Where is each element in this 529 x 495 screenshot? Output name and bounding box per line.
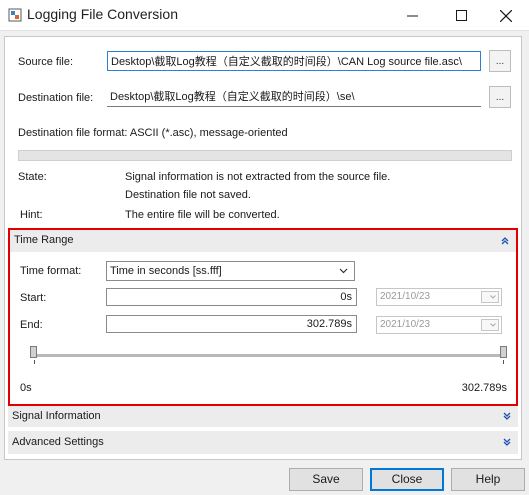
end-date-value: 2021/10/23 — [380, 319, 431, 330]
end-date-dropdown[interactable] — [481, 319, 499, 331]
start-input[interactable]: 0s — [106, 288, 357, 306]
source-browse-button[interactable]: ... — [489, 50, 511, 72]
time-range-header[interactable]: Time Range — [10, 230, 516, 252]
slider-min-label: 0s — [20, 382, 32, 394]
state-text-line1: Signal information is not extracted from… — [125, 171, 391, 183]
signal-information-title: Signal Information — [12, 410, 101, 422]
time-range-section: Time Range Time format: Time in seconds … — [8, 228, 518, 406]
advanced-settings-title: Advanced Settings — [12, 436, 104, 448]
slider-tick-max — [503, 360, 504, 364]
end-label: End: — [20, 319, 43, 331]
minimize-icon — [406, 15, 418, 17]
time-format-select[interactable]: Time in seconds [ss.fff] — [106, 261, 355, 281]
close-window-button[interactable] — [483, 0, 529, 31]
source-file-field[interactable]: \Desktop\截取Log教程（自定义截取的时间段）\CAN Log sour… — [107, 51, 481, 71]
close-button[interactable]: Close — [370, 468, 444, 491]
destination-browse-button[interactable]: ... — [489, 86, 511, 108]
destination-file-label: Destination file: — [18, 92, 94, 104]
state-label: State: — [18, 171, 47, 183]
end-date-field[interactable]: 2021/10/23 — [376, 316, 502, 334]
source-file-value: \Desktop\截取Log教程（自定义截取的时间段）\CAN Log sour… — [111, 56, 462, 68]
time-format-label: Time format: — [20, 265, 82, 277]
help-button[interactable]: Help — [451, 468, 525, 491]
end-input[interactable]: 302.789s — [106, 315, 357, 333]
chevron-down-icon — [490, 323, 496, 327]
title-bar: Logging File Conversion — [0, 0, 529, 31]
maximize-icon — [455, 10, 467, 21]
chevron-down-icon — [503, 412, 511, 420]
start-label: Start: — [20, 292, 47, 304]
minimize-button[interactable] — [389, 0, 435, 31]
destination-file-field[interactable]: \Desktop\截取Log教程（自定义截取的时间段）\se — [107, 87, 481, 107]
app-icon — [8, 8, 22, 22]
save-button[interactable]: Save — [289, 468, 363, 491]
chevron-down-icon — [339, 268, 348, 274]
start-date-dropdown[interactable] — [481, 291, 499, 303]
time-format-value: Time in seconds [ss.fff] — [110, 265, 222, 277]
progress-bar — [18, 150, 512, 161]
destination-format-text: Destination file format: ASCII (*.asc), … — [18, 127, 288, 139]
advanced-settings-section[interactable]: Advanced Settings — [8, 431, 518, 454]
state-text-line2: Destination file not saved. — [125, 189, 251, 201]
destination-file-value: \Desktop\截取Log教程（自定义截取的时间段）\se — [110, 91, 355, 103]
signal-information-section[interactable]: Signal Information — [8, 406, 518, 427]
window-title: Logging File Conversion — [27, 6, 178, 22]
hint-text: The entire file will be converted. — [125, 209, 280, 221]
start-date-field[interactable]: 2021/10/23 — [376, 288, 502, 306]
slider-tick-min — [34, 360, 35, 364]
range-slider-track[interactable] — [34, 354, 506, 357]
start-date-value: 2021/10/23 — [380, 291, 431, 302]
close-icon — [500, 9, 512, 22]
chevron-down-icon — [490, 295, 496, 299]
maximize-button[interactable] — [438, 0, 484, 31]
chevron-down-icon — [503, 438, 511, 446]
hint-label: Hint: — [20, 209, 43, 221]
source-file-label: Source file: — [18, 56, 74, 68]
chevron-up-icon — [501, 237, 509, 245]
time-range-title: Time Range — [14, 234, 74, 246]
slider-max-label: 302.789s — [461, 382, 507, 394]
range-slider-start-thumb[interactable] — [30, 346, 37, 358]
range-slider-end-thumb[interactable] — [500, 346, 507, 358]
